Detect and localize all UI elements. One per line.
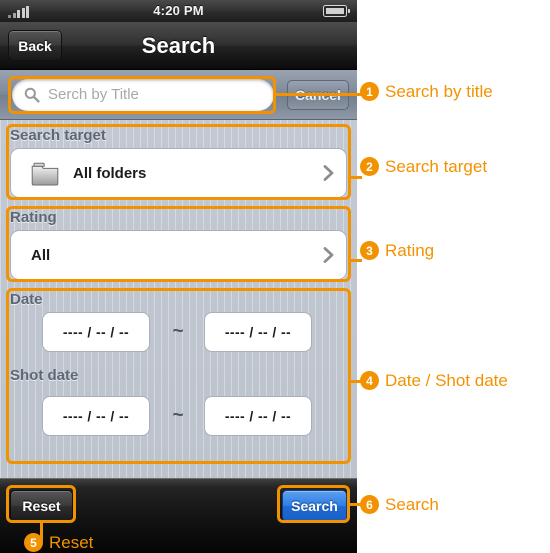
rating-label: Rating (10, 209, 57, 226)
search-target-row[interactable]: All folders (10, 148, 347, 198)
battery-icon (323, 5, 350, 17)
shot-date-range-separator: ~ (172, 405, 184, 426)
callout-badge-6: 6 (360, 495, 379, 514)
search-bar: Serch by Title Cancel (0, 70, 357, 120)
callout-badge-3: 3 (360, 241, 379, 260)
shot-date-from-field[interactable]: ---- / -- / -- (42, 396, 150, 436)
chevron-right-icon (323, 165, 334, 181)
date-label: Date (10, 291, 43, 308)
section-date: Date ---- / -- / -- ~ ---- / -- / -- Sho… (0, 288, 357, 466)
callout-badge-4: 4 (360, 371, 379, 390)
section-rating: Rating All (0, 206, 357, 284)
status-bar-clock: 4:20 PM (153, 3, 204, 18)
callout-label-3: Rating (385, 241, 435, 260)
date-range-row: ---- / -- / -- ~ ---- / -- / -- (0, 312, 357, 360)
search-icon (24, 87, 40, 103)
reset-button[interactable]: Reset (10, 490, 73, 522)
date-from-field[interactable]: ---- / -- / -- (42, 312, 150, 352)
callout-badge-1: 1 (360, 82, 379, 101)
shot-date-to-field[interactable]: ---- / -- / -- (204, 396, 312, 436)
shot-date-label: Shot date (10, 367, 79, 384)
callout-label-2: Search target (385, 157, 488, 176)
search-input-placeholder: Serch by Title (48, 86, 139, 103)
search-button[interactable]: Search (282, 490, 347, 522)
rating-value: All (31, 246, 51, 264)
folder-icon (31, 162, 59, 186)
date-range-separator: ~ (172, 321, 184, 342)
shot-date-range-row: ---- / -- / -- ~ ---- / -- / -- (0, 396, 357, 444)
callout-badge-2: 2 (360, 157, 379, 176)
section-search-target: Search target All folders (0, 124, 357, 202)
page-title: Search (141, 33, 216, 58)
phone-screen: 4:20 PM Back Search Serch by Title Cance… (0, 0, 357, 553)
callout-label-6: Search (385, 495, 439, 514)
search-target-value: All folders (73, 164, 147, 182)
cancel-button[interactable]: Cancel (287, 80, 349, 110)
bottom-toolbar: Reset Search (0, 478, 357, 553)
chevron-right-icon (323, 247, 334, 263)
search-form-content: Search target All folders Rating All Dat… (0, 120, 357, 478)
callout-label-4: Date / Shot date (385, 371, 508, 390)
callout-label-1: Search by title (385, 82, 493, 101)
rating-row[interactable]: All (10, 230, 347, 280)
search-target-label: Search target (10, 127, 106, 144)
status-bar: 4:20 PM (0, 0, 357, 22)
navigation-bar: Back Search (0, 22, 357, 70)
search-input[interactable]: Serch by Title (12, 79, 274, 111)
date-to-field[interactable]: ---- / -- / -- (204, 312, 312, 352)
